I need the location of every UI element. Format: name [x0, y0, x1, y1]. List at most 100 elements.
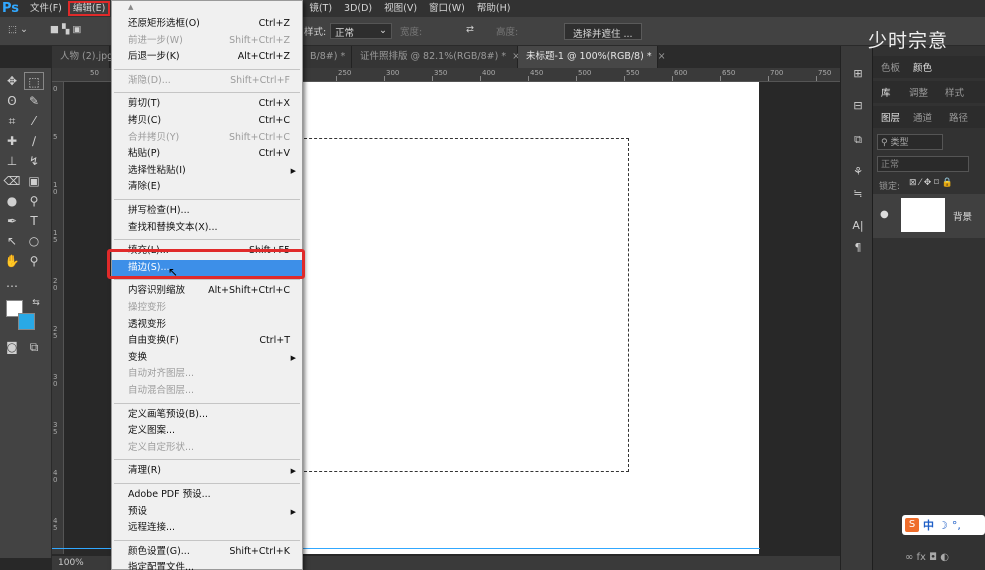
menu-item[interactable]: 指定配置文件... — [112, 560, 302, 570]
menu-item[interactable]: 颜色设置(G)... Shift+Ctrl+K — [112, 544, 302, 560]
tab-paths[interactable]: 路径 — [949, 110, 968, 124]
menu-item[interactable]: 查找和替换文本(X)... — [112, 220, 302, 236]
background-color-swatch[interactable] — [18, 313, 35, 330]
layer-actions-icons[interactable]: ∞ fx ◘ ◐ — [905, 552, 949, 563]
history-brush-tool-icon[interactable]: ↯ — [24, 152, 44, 170]
quick-select-tool-icon[interactable]: ✎ — [24, 92, 44, 110]
submenu-arrow-icon: ▶ — [290, 166, 296, 175]
document-canvas[interactable] — [299, 82, 759, 554]
dodge-tool-icon[interactable]: ⚲ — [24, 192, 44, 210]
healing-brush-tool-icon[interactable]: ✚ — [2, 132, 22, 150]
ruler-left-label: 4 5 — [53, 517, 58, 532]
ime-toolbar[interactable]: S 中 ☽ °, — [902, 515, 985, 535]
zoom-level[interactable]: 100% — [58, 558, 84, 568]
menu-item[interactable]: 定义图案... — [112, 423, 302, 439]
hand-tool-icon[interactable]: ✋ — [2, 252, 22, 270]
menu-3d[interactable]: 3D(D) — [338, 0, 378, 17]
menu-item[interactable]: 还原矩形选框(O) Ctrl+Z — [112, 16, 302, 32]
tab-document-2[interactable]: B/8#) *× — [302, 46, 359, 68]
menu-item[interactable]: 远程连接... — [112, 520, 302, 536]
style-select[interactable]: 正常 ⌄ — [330, 23, 392, 39]
paragraph-panel-icon[interactable]: ¶ — [850, 240, 866, 256]
adjust-icon[interactable]: ≒ — [850, 186, 866, 202]
menu-item-label: 清除(E) — [128, 181, 161, 193]
blend-mode-select[interactable]: 正常 — [877, 156, 969, 172]
swap-colors-icon[interactable]: ⇆ — [26, 294, 46, 312]
menu-item[interactable]: 清理(R) ▶ — [112, 463, 302, 479]
tab-adjustments[interactable]: 调整 — [909, 85, 928, 99]
more-tools-icon[interactable]: … — [2, 274, 22, 292]
menu-item-label: 粘贴(P) — [128, 148, 161, 160]
shape-tool-icon[interactable]: ○ — [24, 232, 44, 250]
tab-libraries[interactable]: 库 — [881, 85, 891, 99]
menu-edit[interactable]: 编辑(E) — [67, 1, 111, 16]
tab-swatches[interactable]: 色板 — [881, 60, 900, 74]
swap-icon[interactable]: ⇄ — [466, 24, 474, 35]
tab-color[interactable]: 颜色 — [913, 60, 932, 74]
menu-item[interactable]: 透视变形 — [112, 317, 302, 333]
history-panel-icon[interactable]: ⊞ — [850, 66, 866, 82]
menu-item[interactable]: 选择性粘贴(I) ▶ — [112, 163, 302, 179]
crop-tool-icon[interactable]: ⌗ — [2, 112, 22, 130]
properties-panel-icon[interactable]: ⊟ — [850, 98, 866, 114]
select-and-mask-button[interactable]: 选择并遮住 ... — [564, 23, 642, 40]
menu-file[interactable]: 文件(F) — [24, 0, 68, 17]
layer-row-background[interactable]: ● 背景 — [873, 194, 985, 238]
menu-item[interactable]: Adobe PDF 预设... — [112, 487, 302, 503]
menu-item[interactable]: 清除(E) — [112, 179, 302, 195]
brush-tool-icon[interactable]: ∕ — [24, 132, 44, 150]
brush-settings-icon[interactable]: ⧉ — [850, 132, 866, 148]
zoom-tool-icon[interactable]: ⚲ — [24, 252, 44, 270]
marquee-preset-icon[interactable]: ⬚ ⌄ — [8, 24, 28, 35]
menu-window[interactable]: 窗口(W) — [423, 0, 471, 17]
path-select-tool-icon[interactable]: ↖ — [2, 232, 22, 250]
scroll-up-icon[interactable]: ▲ — [128, 3, 133, 11]
layer-kind-filter[interactable]: ⚲ 类型 — [877, 134, 943, 150]
menu-item[interactable]: 定义画笔预设(B)... — [112, 407, 302, 423]
menu-item[interactable]: 内容识别缩放 Alt+Shift+Ctrl+C — [112, 283, 302, 299]
character-panel-icon[interactable]: A| — [850, 218, 866, 234]
menu-item[interactable]: 拼写检查(H)... — [112, 203, 302, 219]
menu-filter[interactable]: 镜(T) — [303, 0, 338, 17]
eye-icon[interactable]: ● — [880, 209, 889, 220]
menu-item[interactable]: 粘贴(P) Ctrl+V — [112, 146, 302, 162]
tab-document-3[interactable]: 证件照排版 @ 82.1%(RGB/8#) * × — [352, 46, 520, 68]
tab-document-active[interactable]: 未标题-1 @ 100%(RGB/8) * × — [518, 46, 666, 68]
screen-mode-icon[interactable]: ⧉ — [24, 338, 44, 356]
pen-tool-icon[interactable]: ✒ — [2, 212, 22, 230]
move-tool-icon[interactable]: ✥ — [2, 72, 22, 90]
lock-icons[interactable]: ⊠ ⁄ ✥ ⌑ 🔒 — [909, 178, 953, 188]
punctuation-icon[interactable]: °, — [952, 519, 961, 532]
menu-item[interactable]: 预设 ▶ — [112, 504, 302, 520]
lasso-tool-icon[interactable]: ʘ — [2, 92, 22, 110]
gradient-tool-icon[interactable]: ▣ — [24, 172, 44, 190]
menu-item-label: 后退一步(K) — [128, 51, 180, 63]
tab-document-1[interactable]: 人物 (2).jpg — [52, 46, 113, 68]
libraries-tabs: 库 调整 样式 — [873, 81, 985, 103]
quick-mask-icon[interactable]: ◙ — [2, 338, 22, 356]
tab-layers[interactable]: 图层 — [881, 110, 900, 124]
stamp-tool-icon[interactable]: ⊥ — [2, 152, 22, 170]
ime-mode[interactable]: 中 — [923, 517, 934, 533]
menu-item[interactable]: 拷贝(C) Ctrl+C — [112, 113, 302, 129]
blur-tool-icon[interactable]: ● — [2, 192, 22, 210]
eraser-tool-icon[interactable]: ⌫ — [2, 172, 22, 190]
menu-item[interactable]: 剪切(T) Ctrl+X — [112, 96, 302, 112]
marquee-tool-icon[interactable]: ⬚ — [24, 72, 44, 90]
menu-item[interactable]: 后退一步(K) Alt+Ctrl+Z — [112, 49, 302, 65]
type-tool-icon[interactable]: T — [24, 212, 44, 230]
menu-item-label: 定义图案... — [128, 425, 176, 437]
eyedropper-tool-icon[interactable]: ⁄ — [24, 112, 44, 130]
menu-separator — [114, 402, 300, 404]
moon-icon[interactable]: ☽ — [938, 519, 948, 532]
selection-mode-icons[interactable]: ■ ▚ ▣ — [50, 24, 81, 35]
tab-channels[interactable]: 通道 — [913, 110, 932, 124]
tab-styles[interactable]: 样式 — [945, 85, 964, 99]
menu-help[interactable]: 帮助(H) — [471, 0, 517, 17]
submenu-arrow-icon: ▶ — [290, 467, 296, 476]
menu-item[interactable]: 变换 ▶ — [112, 350, 302, 366]
menu-item[interactable]: 自由变换(F) Ctrl+T — [112, 333, 302, 349]
menu-view[interactable]: 视图(V) — [378, 0, 423, 17]
close-icon[interactable]: × — [658, 51, 666, 62]
brushes-panel-icon[interactable]: ⚘ — [850, 164, 866, 180]
